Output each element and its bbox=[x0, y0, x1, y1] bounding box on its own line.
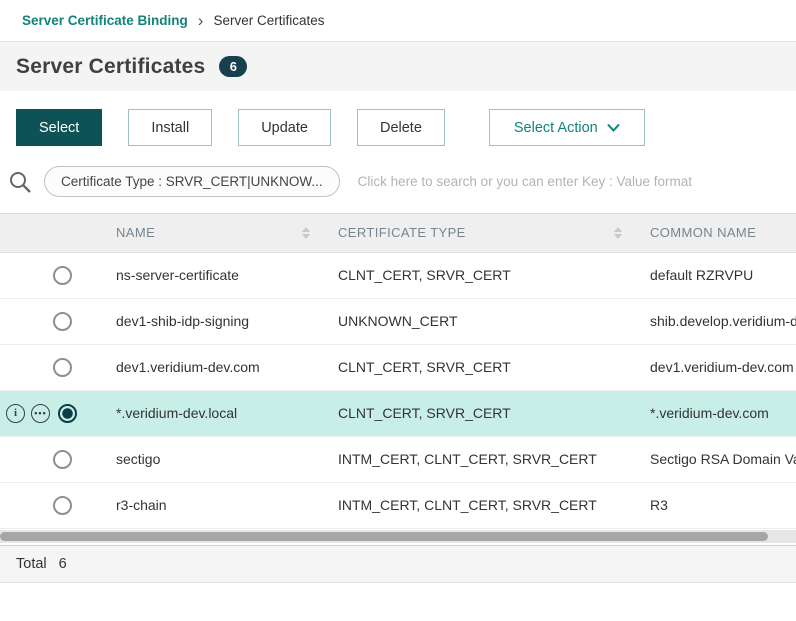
breadcrumb: Server Certificate Binding › Server Cert… bbox=[0, 0, 796, 42]
title-bar: Server Certificates 6 bbox=[0, 42, 796, 91]
cell-common-name: dev1.veridium-dev.com bbox=[630, 344, 796, 390]
cell-radio: i ••• bbox=[0, 482, 96, 528]
table-row[interactable]: i ••• dev1.veridium-dev.com CLNT_CERT, S… bbox=[0, 344, 796, 390]
cell-type: UNKNOWN_CERT bbox=[318, 298, 630, 344]
cell-radio: i ••• bbox=[0, 344, 96, 390]
row-radio[interactable] bbox=[53, 358, 72, 377]
table-body: i ••• ns-server-certificate CLNT_CERT, S… bbox=[0, 252, 796, 528]
cell-type: INTM_CERT, CLNT_CERT, SRVR_CERT bbox=[318, 482, 630, 528]
search-input[interactable]: Click here to search or you can enter Ke… bbox=[358, 174, 692, 189]
search-icon[interactable] bbox=[8, 170, 32, 194]
cell-name: dev1.veridium-dev.com bbox=[96, 344, 318, 390]
cell-name: dev1-shib-idp-signing bbox=[96, 298, 318, 344]
scrollbar-thumb[interactable] bbox=[0, 532, 768, 541]
column-label: NAME bbox=[116, 225, 155, 240]
cell-type: INTM_CERT, CLNT_CERT, SRVR_CERT bbox=[318, 436, 630, 482]
table-row[interactable]: i ••• ns-server-certificate CLNT_CERT, S… bbox=[0, 252, 796, 298]
cell-name: ns-server-certificate bbox=[96, 252, 318, 298]
cell-type: CLNT_CERT, SRVR_CERT bbox=[318, 344, 630, 390]
update-button[interactable]: Update bbox=[238, 109, 331, 146]
select-action-label: Select Action bbox=[514, 120, 598, 136]
count-badge: 6 bbox=[219, 56, 247, 77]
table-row[interactable]: i ••• *.veridium-dev.local CLNT_CERT, SR… bbox=[0, 390, 796, 436]
table-row[interactable]: i ••• sectigo INTM_CERT, CLNT_CERT, SRVR… bbox=[0, 436, 796, 482]
select-button[interactable]: Select bbox=[16, 109, 102, 146]
column-header-certificate-type[interactable]: CERTIFICATE TYPE bbox=[318, 214, 630, 252]
sort-icon[interactable] bbox=[614, 227, 622, 239]
column-label: COMMON NAME bbox=[650, 225, 756, 240]
cell-name: sectigo bbox=[96, 436, 318, 482]
column-label: CERTIFICATE TYPE bbox=[338, 225, 466, 240]
cell-common-name: R3 bbox=[630, 482, 796, 528]
column-header-name[interactable]: NAME bbox=[96, 214, 318, 252]
cell-name: *.veridium-dev.local bbox=[96, 390, 318, 436]
toolbar: Select Install Update Delete Select Acti… bbox=[0, 91, 796, 164]
row-radio[interactable] bbox=[58, 404, 77, 423]
info-icon[interactable]: i bbox=[6, 404, 25, 423]
cell-common-name: *.veridium-dev.com bbox=[630, 390, 796, 436]
horizontal-scrollbar[interactable] bbox=[0, 530, 796, 543]
column-header-common-name[interactable]: COMMON NAME bbox=[630, 214, 796, 252]
delete-button[interactable]: Delete bbox=[357, 109, 445, 146]
filter-chip[interactable]: Certificate Type : SRVR_CERT|UNKNOW... bbox=[44, 166, 340, 197]
cell-radio: i ••• bbox=[0, 390, 96, 436]
radio-column-header bbox=[0, 214, 96, 252]
cell-type: CLNT_CERT, SRVR_CERT bbox=[318, 390, 630, 436]
certificates-table: NAME CERTIFICATE TYPE COMMON NAME i ••• bbox=[0, 213, 796, 529]
table-row[interactable]: i ••• r3-chain INTM_CERT, CLNT_CERT, SRV… bbox=[0, 482, 796, 528]
sort-icon[interactable] bbox=[302, 227, 310, 239]
breadcrumb-separator-icon: › bbox=[198, 12, 204, 29]
total-value: 6 bbox=[59, 556, 67, 572]
cell-radio: i ••• bbox=[0, 436, 96, 482]
cell-common-name: default RZRVPU bbox=[630, 252, 796, 298]
row-radio[interactable] bbox=[53, 496, 72, 515]
cell-radio: i ••• bbox=[0, 298, 96, 344]
row-radio[interactable] bbox=[53, 450, 72, 469]
cell-common-name: shib.develop.veridium-dev.com bbox=[630, 298, 796, 344]
footer: Total 6 bbox=[0, 545, 796, 583]
search-bar: Certificate Type : SRVR_CERT|UNKNOW... C… bbox=[0, 164, 796, 213]
breadcrumb-current: Server Certificates bbox=[213, 13, 324, 28]
breadcrumb-parent-link[interactable]: Server Certificate Binding bbox=[22, 13, 188, 28]
row-radio[interactable] bbox=[53, 312, 72, 331]
table-header-row: NAME CERTIFICATE TYPE COMMON NAME bbox=[0, 214, 796, 252]
page-title: Server Certificates bbox=[16, 55, 205, 79]
row-radio[interactable] bbox=[53, 266, 72, 285]
cell-name: r3-chain bbox=[96, 482, 318, 528]
cell-radio: i ••• bbox=[0, 252, 96, 298]
chevron-down-icon bbox=[607, 123, 620, 132]
more-actions-icon[interactable]: ••• bbox=[31, 404, 50, 423]
select-action-button[interactable]: Select Action bbox=[489, 109, 645, 146]
install-button[interactable]: Install bbox=[128, 109, 212, 146]
total-label: Total bbox=[16, 556, 47, 572]
cell-type: CLNT_CERT, SRVR_CERT bbox=[318, 252, 630, 298]
table-row[interactable]: i ••• dev1-shib-idp-signing UNKNOWN_CERT… bbox=[0, 298, 796, 344]
cell-common-name: Sectigo RSA Domain Validation Secure Ser… bbox=[630, 436, 796, 482]
